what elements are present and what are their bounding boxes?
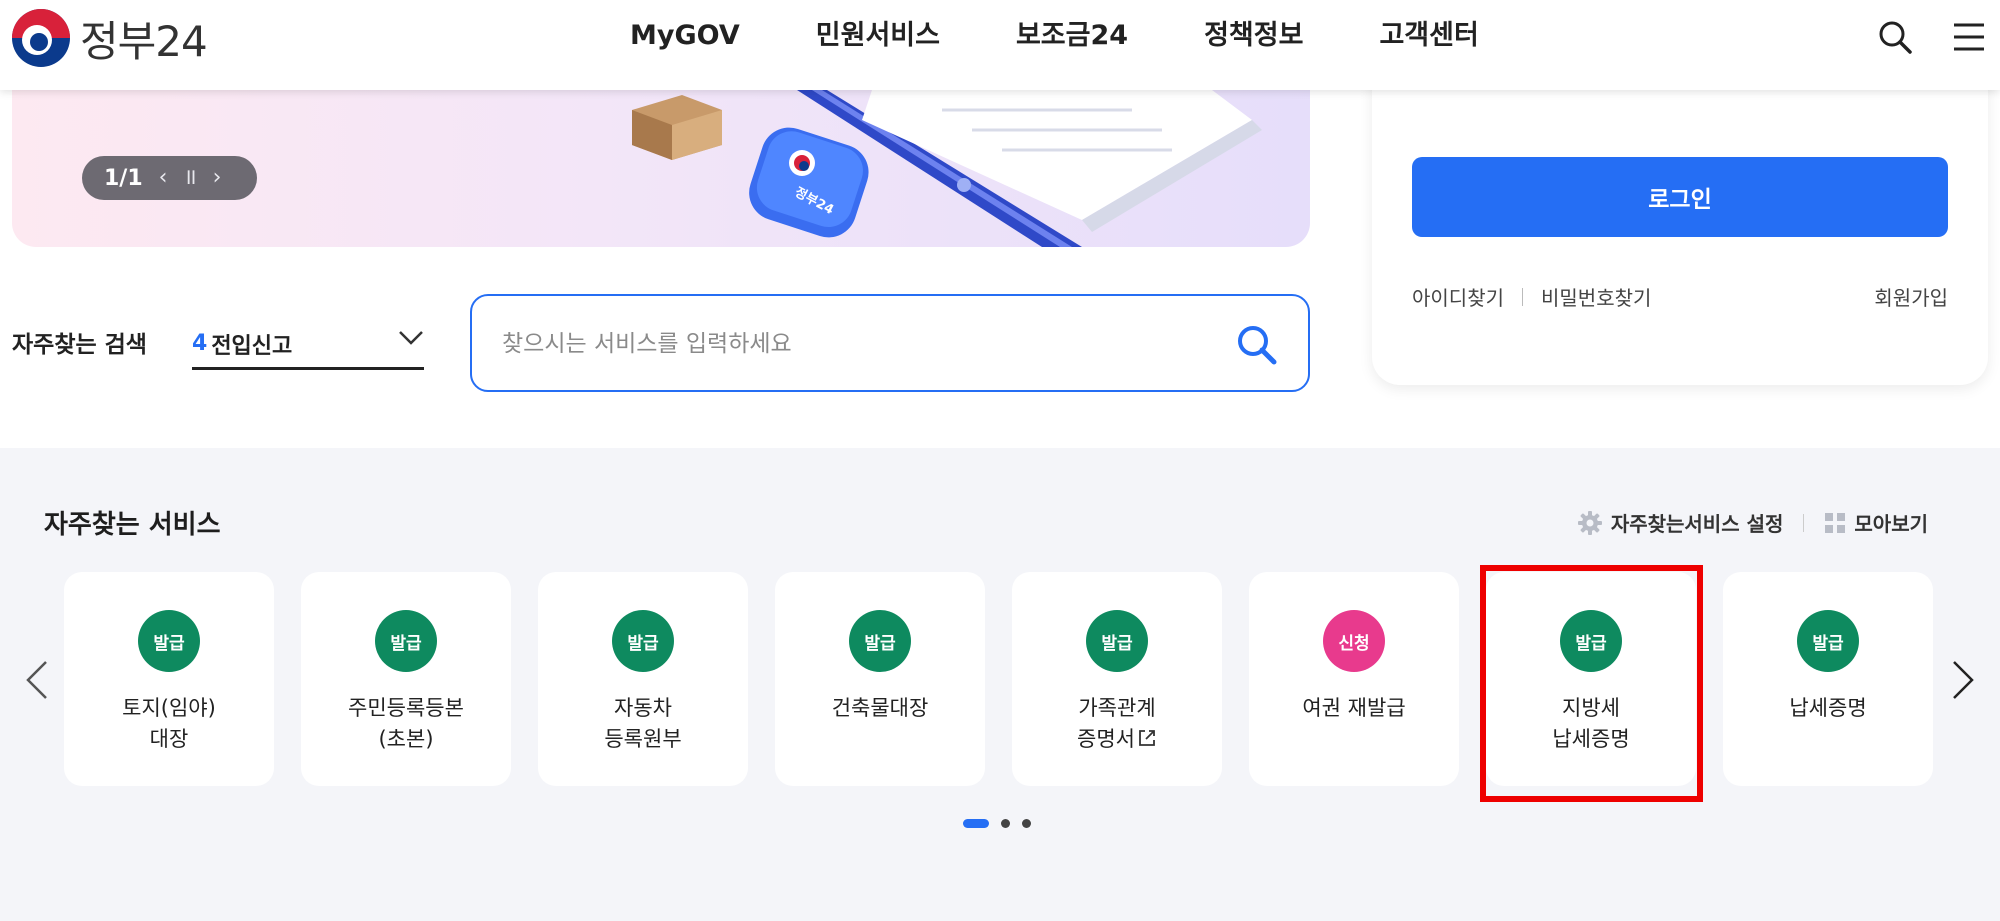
nav-item-civil-services[interactable]: 민원서비스 (816, 18, 940, 54)
service-card-resident-registration[interactable]: 발급 주민등록등본 (초본) (301, 572, 511, 786)
service-card-label: 여권 재발급 (1302, 696, 1406, 720)
pause-icon[interactable]: ॥ (183, 167, 196, 189)
service-card-label: 가족관계 증명서 (1077, 696, 1156, 751)
site-header: 정부24 MyGOV 민원서비스 보조금24 정책정보 고객센터 (0, 0, 2000, 90)
issue-badge: 발급 (1797, 610, 1859, 672)
service-card-label: 건축물대장 (831, 696, 929, 720)
issue-badge: 발급 (1086, 610, 1148, 672)
slide-counter: 1/1 (104, 165, 143, 191)
issue-badge: 발급 (138, 610, 200, 672)
find-password-link[interactable]: 비밀번호찾기 (1541, 282, 1651, 311)
frequent-search-label: 자주찾는 검색 (12, 332, 147, 358)
find-id-link[interactable]: 아이디찾기 (1412, 282, 1504, 311)
gov24-logo[interactable]: 정부24 (12, 8, 208, 68)
login-links: 아이디찾기 비밀번호찾기 회원가입 (1412, 282, 1948, 311)
banner-illustration: 정부24 (632, 90, 1262, 247)
menu-icon[interactable] (1950, 18, 1988, 56)
service-card-building-register[interactable]: 발급 건축물대장 (775, 572, 985, 786)
nav-item-subsidy24[interactable]: 보조금24 (1016, 18, 1128, 54)
external-link-icon (1139, 730, 1155, 746)
service-card-label: 납세증명 (1789, 696, 1867, 720)
services-settings-button[interactable]: 자주찾는서비스 설정 (1577, 508, 1784, 537)
search-submit-icon[interactable] (1234, 322, 1278, 366)
logo-text: 정부24 (80, 16, 208, 66)
frequent-search-dropdown[interactable]: 4 전입신고 (192, 320, 424, 370)
service-card-vehicle-register[interactable]: 발급 자동차 등록원부 (538, 572, 748, 786)
frequent-services-title: 자주찾는 서비스 (44, 510, 221, 540)
service-card-label: 주민등록등본 (초본) (348, 696, 464, 751)
grid-icon (1825, 512, 1846, 533)
nav-item-customer-center[interactable]: 고객센터 (1379, 18, 1478, 54)
chevron-right-icon[interactable]: › (213, 167, 222, 189)
carousel-pagination (963, 819, 1031, 828)
apply-badge: 신청 (1323, 610, 1385, 672)
banner-slide-control: 1/1 ‹ ॥ › (82, 156, 257, 200)
view-all-button[interactable]: 모아보기 (1824, 508, 1928, 537)
service-card-label: 토지(임야) 대장 (122, 696, 216, 751)
login-button[interactable]: 로그인 (1412, 157, 1948, 237)
service-card-label: 자동차 등록원부 (604, 696, 682, 751)
page-dot-1[interactable] (963, 819, 989, 828)
issue-badge: 발급 (849, 610, 911, 672)
login-card: 로그인 아이디찾기 비밀번호찾기 회원가입 (1372, 60, 1988, 385)
services-tools: 자주찾는서비스 설정 모아보기 (1577, 508, 1928, 537)
service-card-land-register[interactable]: 발급 토지(임야) 대장 (64, 572, 274, 786)
services-settings-label: 자주찾는서비스 설정 (1610, 512, 1784, 536)
main-nav: MyGOV 민원서비스 보조금24 정책정보 고객센터 (630, 18, 1555, 54)
chevron-down-icon (399, 331, 423, 345)
search-icon[interactable] (1876, 18, 1914, 56)
page-dot-3[interactable] (1022, 819, 1031, 828)
issue-badge: 발급 (375, 610, 437, 672)
service-search-input[interactable] (502, 324, 1202, 364)
gear-icon (1577, 510, 1602, 535)
service-card-tax-certificate[interactable]: 발급 납세증명 (1723, 572, 1933, 786)
chevron-left-icon[interactable] (22, 658, 52, 702)
view-all-label: 모아보기 (1854, 512, 1928, 536)
highlight-box (1480, 565, 1703, 802)
chevron-left-icon[interactable]: ‹ (159, 167, 168, 189)
service-card-family-certificate[interactable]: 발급 가족관계 증명서 (1012, 572, 1222, 786)
page-dot-2[interactable] (1001, 819, 1010, 828)
taegeuk-logo-icon (12, 9, 70, 67)
frequent-search-keyword: 전입신고 (211, 333, 293, 359)
service-card-passport-reissue[interactable]: 신청 여권 재발급 (1249, 572, 1459, 786)
link-divider (1522, 287, 1523, 306)
service-search-box (470, 294, 1310, 392)
tools-divider (1803, 513, 1805, 532)
issue-badge: 발급 (612, 610, 674, 672)
chevron-right-icon[interactable] (1948, 658, 1978, 702)
nav-item-policy-info[interactable]: 정책정보 (1204, 18, 1303, 54)
nav-item-mygov[interactable]: MyGOV (630, 18, 740, 54)
join-link[interactable]: 회원가입 (1874, 282, 1948, 311)
frequent-search-rank: 4 (192, 331, 208, 356)
